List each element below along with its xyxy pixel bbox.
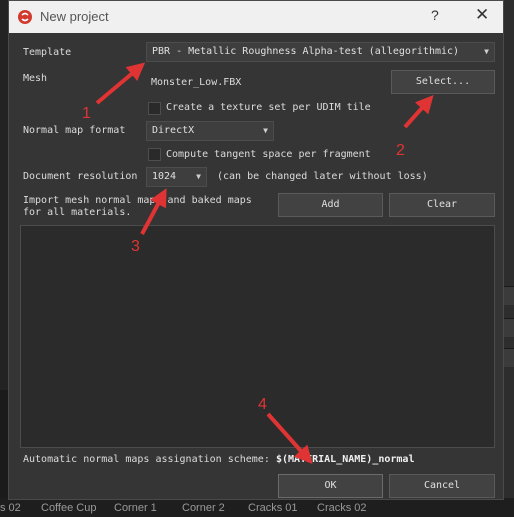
- annotation-number: 1: [82, 105, 91, 122]
- import-maps-text-line1: Import mesh normal maps and baked maps: [23, 195, 252, 206]
- imported-maps-list[interactable]: [20, 225, 495, 448]
- chevron-down-icon: ▼: [196, 172, 201, 181]
- clear-maps-button[interactable]: Clear: [389, 193, 495, 217]
- title-bar[interactable]: New project ? ✕: [9, 1, 503, 33]
- annotation-number: 4: [258, 396, 267, 413]
- select-mesh-button[interactable]: Select...: [391, 70, 495, 94]
- close-button[interactable]: ✕: [475, 5, 489, 25]
- normal-map-format-value: DirectX: [152, 125, 195, 136]
- shelf-item[interactable]: Corner 1: [114, 502, 157, 514]
- cancel-button[interactable]: Cancel: [389, 474, 495, 498]
- annotation-number: 3: [131, 238, 140, 255]
- shelf-item[interactable]: Cracks 01: [248, 502, 298, 514]
- import-maps-text-line2: for all materials.: [23, 207, 132, 218]
- udim-label: Create a texture set per UDIM tile: [166, 102, 371, 113]
- tangent-label: Compute tangent space per fragment: [166, 149, 371, 160]
- chevron-down-icon: ▼: [484, 47, 489, 56]
- shelf-item[interactable]: Coffee Cup: [41, 502, 96, 514]
- shelf-item[interactable]: Cracks 02: [317, 502, 367, 514]
- shelf-item[interactable]: Corner 2: [182, 502, 225, 514]
- tangent-checkbox[interactable]: [148, 148, 161, 161]
- resolution-note: (can be changed later without loss): [217, 171, 428, 182]
- auto-assign-label: Automatic normal maps assignation scheme…: [23, 454, 270, 465]
- new-project-dialog: New project ? ✕ Template PBR - Metallic …: [8, 0, 504, 500]
- shelf-item[interactable]: s 02: [0, 502, 21, 514]
- substance-painter-icon: [17, 9, 33, 25]
- resolution-dropdown[interactable]: 1024 ▼: [146, 167, 207, 187]
- ok-button[interactable]: OK: [278, 474, 383, 498]
- auto-assign-scheme[interactable]: $(MATERIAL_NAME)_normal: [276, 454, 414, 466]
- template-label: Template: [23, 47, 72, 58]
- resolution-label: Document resolution: [23, 171, 138, 182]
- template-value: PBR - Metallic Roughness Alpha-test (all…: [152, 46, 460, 57]
- mesh-label: Mesh: [23, 73, 48, 84]
- normal-map-format-label: Normal map format: [23, 125, 126, 136]
- background-shelf: s 02 Coffee Cup Corner 1 Corner 2 Cracks…: [0, 498, 514, 517]
- annotation-number: 2: [396, 142, 405, 159]
- window-title: New project: [40, 9, 109, 24]
- template-dropdown[interactable]: PBR - Metallic Roughness Alpha-test (all…: [146, 42, 495, 62]
- chevron-down-icon: ▼: [263, 126, 268, 135]
- udim-checkbox[interactable]: [148, 102, 161, 115]
- add-maps-button[interactable]: Add: [278, 193, 383, 217]
- normal-map-format-dropdown[interactable]: DirectX ▼: [146, 121, 274, 141]
- resolution-value: 1024: [152, 171, 177, 182]
- mesh-file-name: Monster_Low.FBX: [151, 77, 242, 88]
- help-button[interactable]: ?: [431, 7, 439, 23]
